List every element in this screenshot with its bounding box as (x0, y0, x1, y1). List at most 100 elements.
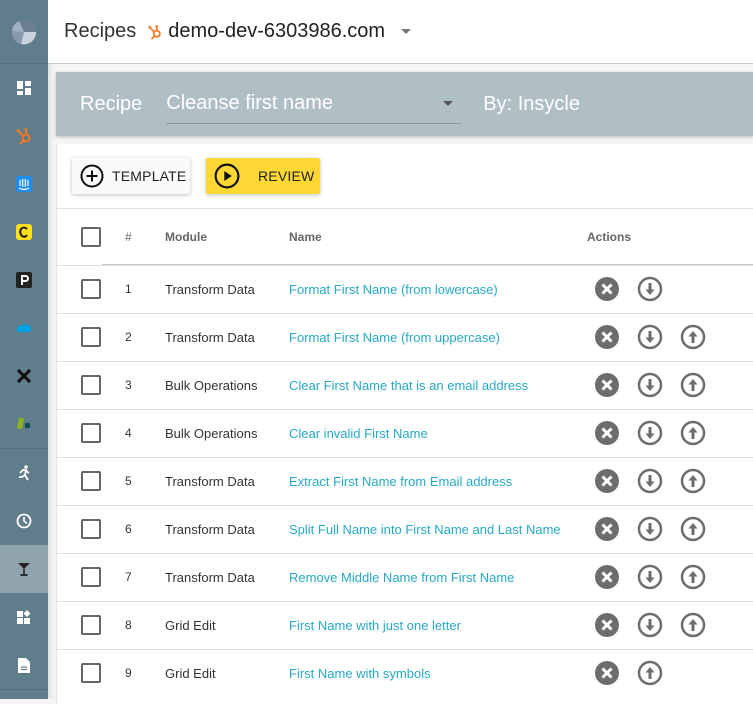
move-up-button[interactable] (680, 564, 706, 590)
move-up-button[interactable] (680, 468, 706, 494)
table-row: 9 Grid Edit First Name with symbols (57, 649, 753, 697)
template-button-label: TEMPLATE (112, 168, 187, 184)
move-up-button[interactable] (680, 324, 706, 350)
row-name-link[interactable]: First Name with symbols (289, 666, 431, 681)
move-down-button[interactable] (637, 564, 663, 590)
row-checkbox[interactable] (81, 567, 101, 587)
sidebar-item-widgets[interactable] (0, 593, 48, 641)
recipe-bar: Recipe Cleanse first name By: Insycle (56, 72, 753, 136)
remove-circle-icon (594, 325, 620, 354)
row-name-link[interactable]: Clear invalid First Name (289, 426, 428, 441)
move-up-button[interactable] (637, 660, 663, 686)
sidebar-item-blocks[interactable] (0, 400, 48, 448)
account-dropdown-icon[interactable] (401, 29, 412, 34)
sidebar-item-recipes[interactable] (0, 545, 48, 593)
remove-step-button[interactable] (594, 420, 620, 446)
template-button[interactable]: TEMPLATE (72, 158, 190, 194)
app-logo[interactable] (0, 0, 48, 64)
arrow-down-circle-icon (637, 612, 663, 642)
pipedrive-icon (16, 272, 32, 288)
row-name-link[interactable]: Format First Name (from lowercase) (289, 282, 498, 297)
remove-step-button[interactable] (594, 660, 620, 686)
review-button[interactable]: REVIEW (206, 158, 320, 194)
hubspot-icon (148, 24, 162, 40)
row-checkbox[interactable] (81, 471, 101, 491)
sidebar-item-docs[interactable] (0, 641, 48, 689)
sidebar-item-x[interactable] (0, 352, 48, 400)
move-down-button[interactable] (637, 324, 663, 350)
move-down-button[interactable] (637, 468, 663, 494)
sidebar-item-salesforce[interactable] (0, 304, 48, 352)
move-down-button[interactable] (637, 420, 663, 446)
remove-step-button[interactable] (594, 516, 620, 542)
row-name-link[interactable]: Split Full Name into First Name and Last… (289, 522, 561, 537)
sidebar (0, 0, 48, 699)
sidebar-item-hubspot[interactable] (0, 112, 48, 160)
row-checkbox[interactable] (81, 663, 101, 683)
sidebar-item-history[interactable] (0, 497, 48, 545)
row-number: 9 (125, 666, 132, 680)
arrow-down-circle-icon (637, 372, 663, 402)
arrow-up-circle-icon (680, 468, 706, 498)
row-checkbox[interactable] (81, 615, 101, 635)
move-up-button[interactable] (680, 372, 706, 398)
table-row: 2 Transform Data Format First Name (from u… (57, 313, 753, 361)
row-checkbox[interactable] (81, 423, 101, 443)
move-down-button[interactable] (637, 612, 663, 638)
move-down-button[interactable] (637, 372, 663, 398)
intercom-icon (16, 176, 32, 192)
recipe-select[interactable]: Cleanse first name (166, 84, 462, 124)
row-module: Transform Data (165, 330, 255, 345)
remove-step-button[interactable] (594, 564, 620, 590)
move-down-button[interactable] (637, 276, 663, 302)
row-module: Transform Data (165, 522, 255, 537)
move-down-button[interactable] (637, 516, 663, 542)
page-title: Recipes (64, 20, 137, 42)
remove-step-button[interactable] (594, 276, 620, 302)
row-checkbox[interactable] (81, 375, 101, 395)
salesforce-icon (16, 324, 32, 332)
move-up-button[interactable] (680, 612, 706, 638)
arrow-down-circle-icon (637, 564, 663, 594)
row-checkbox[interactable] (81, 327, 101, 347)
row-name-link[interactable]: Remove Middle Name from First Name (289, 570, 514, 585)
mailchimp-icon (16, 224, 32, 240)
table-row: 7 Transform Data Remove Middle Name from F… (57, 553, 753, 601)
row-checkbox[interactable] (81, 519, 101, 539)
recipe-select-value: Cleanse first name (166, 92, 334, 114)
select-all-checkbox[interactable] (81, 227, 101, 247)
remove-step-button[interactable] (594, 468, 620, 494)
sidebar-item-dashboard[interactable] (0, 64, 48, 112)
row-module: Grid Edit (165, 618, 216, 633)
table-row: 3 Bulk Operations Clear First Name that is… (57, 361, 753, 409)
sidebar-item-run[interactable] (0, 449, 48, 497)
remove-circle-icon (594, 517, 620, 546)
remove-step-button[interactable] (594, 612, 620, 638)
row-name-link[interactable]: Extract First Name from Email address (289, 474, 512, 489)
arrow-down-circle-icon (637, 516, 663, 546)
row-module: Transform Data (165, 474, 255, 489)
row-name-link[interactable]: First Name with just one letter (289, 618, 461, 633)
header-module: Module (165, 230, 207, 244)
row-name-link[interactable]: Clear First Name that is an email addres… (289, 378, 528, 393)
sidebar-item-intercom[interactable] (0, 160, 48, 208)
arrow-up-circle-icon (680, 564, 706, 594)
move-up-button[interactable] (680, 516, 706, 542)
remove-circle-icon (594, 565, 620, 594)
remove-step-button[interactable] (594, 372, 620, 398)
arrow-up-circle-icon (680, 420, 706, 450)
sidebar-item-mailchimp[interactable] (0, 208, 48, 256)
move-up-button[interactable] (680, 420, 706, 446)
sidebar-item-pipedrive[interactable] (0, 256, 48, 304)
arrow-up-circle-icon (680, 516, 706, 546)
remove-step-button[interactable] (594, 324, 620, 350)
row-name-link[interactable]: Format First Name (from uppercase) (289, 330, 500, 345)
header-actions: Actions (587, 230, 632, 244)
account-selector[interactable]: demo-dev-6303986.com (168, 20, 385, 43)
header-name: Name (289, 230, 322, 244)
arrow-up-circle-icon (680, 612, 706, 642)
x-icon (17, 369, 31, 383)
recipe-glass-icon (18, 563, 30, 576)
play-circle-icon (214, 163, 240, 189)
row-checkbox[interactable] (81, 279, 101, 299)
